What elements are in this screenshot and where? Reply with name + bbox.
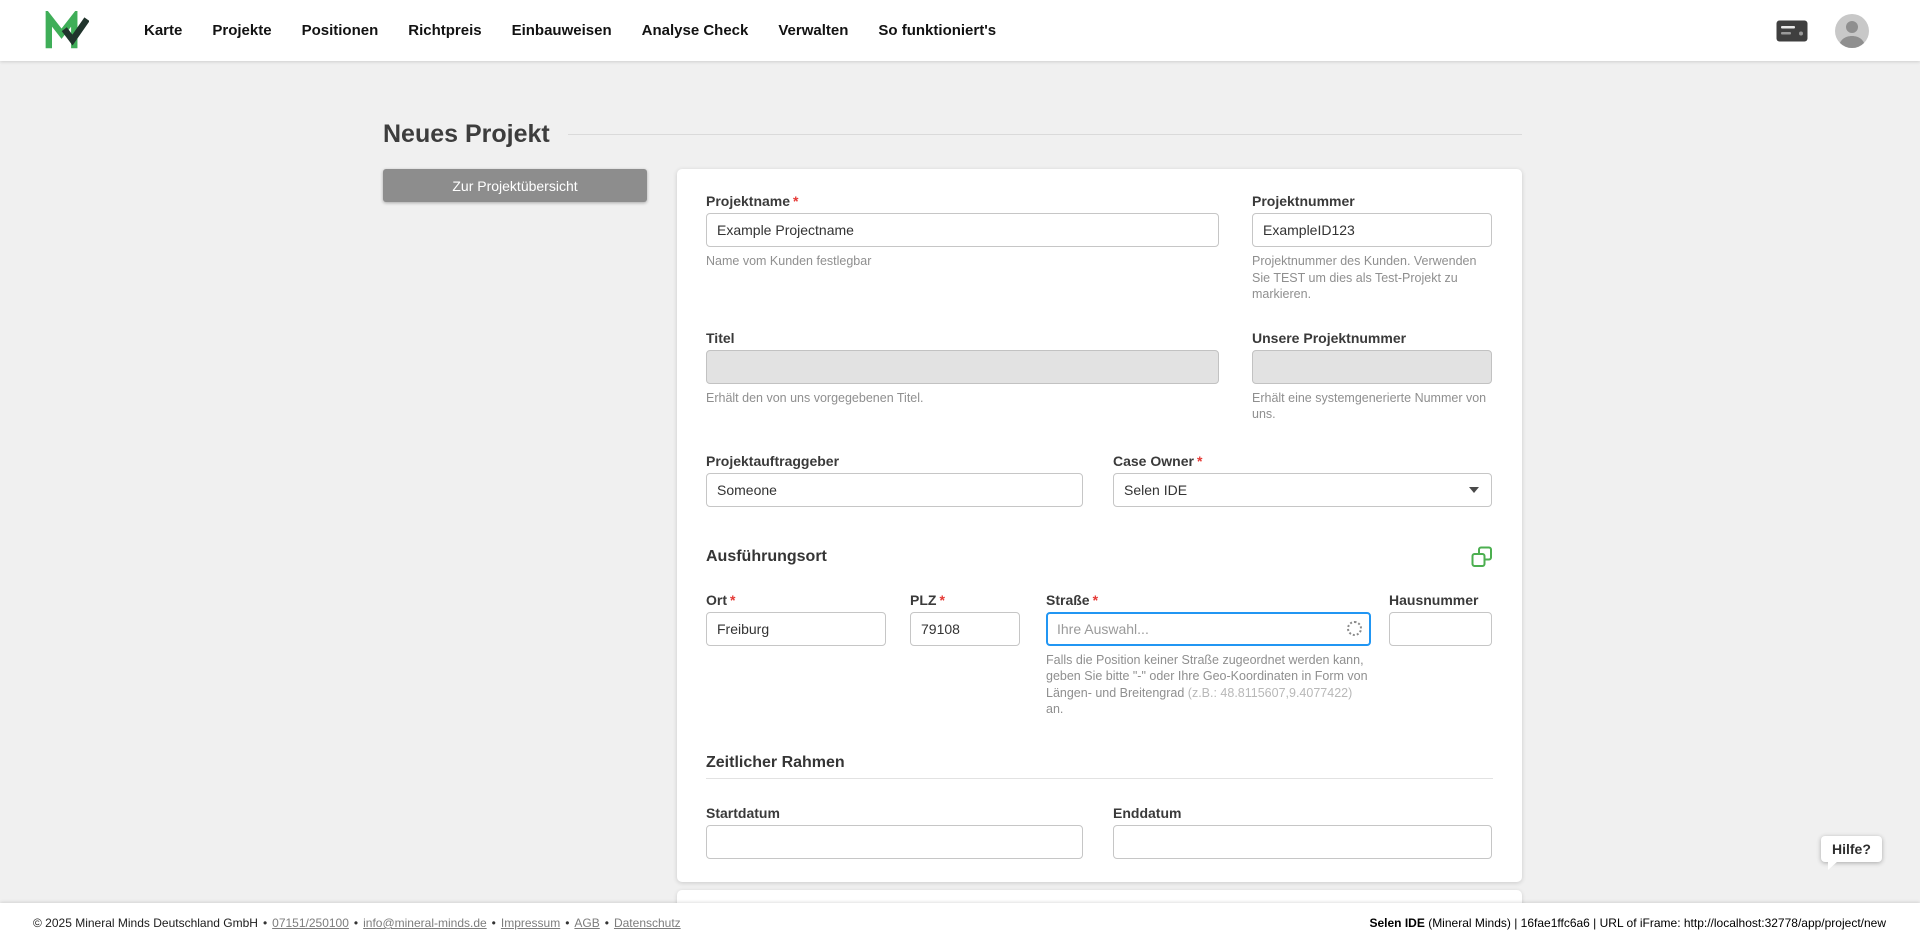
footer-link-impressum[interactable]: Impressum <box>501 916 560 930</box>
footer-status: Selen IDE (Mineral Minds) | 16fae1ffc6a6… <box>1370 916 1887 930</box>
form-row-dates: Startdatum Enddatum <box>706 805 1493 859</box>
titel-input <box>706 350 1219 384</box>
nav-item-einbauweisen[interactable]: Einbauweisen <box>512 22 612 39</box>
form-row-name-number: Projektname* Name vom Kunden festlegbar … <box>706 193 1493 303</box>
ort-input[interactable] <box>706 612 886 646</box>
footer-separator: • <box>492 916 496 930</box>
footer-status-user: Selen IDE <box>1370 916 1425 930</box>
footer-link-phone[interactable]: 07151/250100 <box>272 916 349 930</box>
required-marker: * <box>1197 453 1202 469</box>
projektnummer-input[interactable] <box>1252 213 1492 247</box>
projektname-label-text: Projektname <box>706 193 790 209</box>
footer: © 2025 Mineral Minds Deutschland GmbH • 07… <box>0 903 1920 943</box>
person-icon <box>1835 14 1869 48</box>
strasse-helper: Falls die Position keiner Straße zugeord… <box>1046 652 1371 718</box>
copy-icon[interactable] <box>1471 546 1493 568</box>
startdatum-label: Startdatum <box>706 805 1083 821</box>
footer-left: © 2025 Mineral Minds Deutschland GmbH • 07… <box>33 916 681 930</box>
footer-separator: • <box>263 916 267 930</box>
nav-item-richtpreis[interactable]: Richtpreis <box>408 22 481 39</box>
strasse-label-text: Straße <box>1046 592 1090 608</box>
plz-label: PLZ* <box>910 592 1020 608</box>
title-divider <box>568 134 1522 135</box>
footer-status-detail: (Mineral Minds) | 16fae1ffc6a6 | URL of … <box>1425 916 1886 930</box>
form-row-auftraggeber-owner: Projektauftraggeber Case Owner* Selen ID… <box>706 453 1493 507</box>
form-row-address: Ort* PLZ* Straße* Falls die Position kei… <box>706 592 1493 718</box>
footer-link-email[interactable]: info@mineral-minds.de <box>363 916 487 930</box>
required-marker: * <box>1093 592 1098 608</box>
brand-logo[interactable] <box>45 10 89 52</box>
footer-separator: • <box>354 916 358 930</box>
nav-item-analyse-check[interactable]: Analyse Check <box>642 22 749 39</box>
strasse-input[interactable] <box>1046 612 1371 646</box>
page-title: Neues Projekt <box>383 120 550 149</box>
strasse-helper-example: (z.B.: 48.8115607,9.4077422) <box>1188 686 1352 700</box>
user-avatar[interactable] <box>1835 14 1869 48</box>
navbar-right <box>1776 14 1869 48</box>
projektnummer-helper: Projektnummer des Kunden. Verwenden Sie … <box>1252 253 1492 303</box>
nav-item-karte[interactable]: Karte <box>144 22 182 39</box>
nav-item-verwalten[interactable]: Verwalten <box>778 22 848 39</box>
required-marker: * <box>939 592 944 608</box>
strasse-label: Straße* <box>1046 592 1371 608</box>
section-ausfuehrungsort-header: Ausführungsort <box>706 546 1493 568</box>
section-ausfuehrungsort-title: Ausführungsort <box>706 548 827 566</box>
footer-copyright: © 2025 Mineral Minds Deutschland GmbH <box>33 916 258 930</box>
enddatum-input[interactable] <box>1113 825 1492 859</box>
strasse-input-wrap <box>1046 612 1371 646</box>
projektauftraggeber-label: Projektauftraggeber <box>706 453 1083 469</box>
case-owner-select[interactable]: Selen IDE <box>1113 473 1492 507</box>
content-columns: Zur Projektübersicht Projektname* Name v… <box>383 169 1920 882</box>
main-nav: Karte Projekte Positionen Richtpreis Ein… <box>144 22 996 39</box>
footer-link-agb[interactable]: AGB <box>574 916 599 930</box>
unsere-projektnummer-helper: Erhält eine systemgenerierte Nummer von … <box>1252 390 1492 423</box>
case-owner-value: Selen IDE <box>1124 482 1187 498</box>
titel-label: Titel <box>706 330 1219 346</box>
footer-link-datenschutz[interactable]: Datenschutz <box>614 916 681 930</box>
help-button[interactable]: Hilfe? <box>1821 836 1882 862</box>
ort-label: Ort* <box>706 592 886 608</box>
section-zeitlicher-rahmen-header: Zeitlicher Rahmen <box>706 754 1493 779</box>
top-navbar: Karte Projekte Positionen Richtpreis Ein… <box>0 0 1920 61</box>
chevron-down-icon <box>1469 487 1479 493</box>
startdatum-input[interactable] <box>706 825 1083 859</box>
strasse-helper-suffix: an. <box>1046 702 1063 716</box>
brand-logo-icon <box>45 11 89 51</box>
required-marker: * <box>793 193 798 209</box>
case-owner-label-text: Case Owner <box>1113 453 1194 469</box>
unsere-projektnummer-label: Unsere Projektnummer <box>1252 330 1492 346</box>
footer-separator: • <box>605 916 609 930</box>
projektname-label: Projektname* <box>706 193 1219 209</box>
unsere-projektnummer-input <box>1252 350 1492 384</box>
hausnummer-input[interactable] <box>1389 612 1492 646</box>
nav-item-so-funktionierts[interactable]: So funktioniert's <box>878 22 996 39</box>
required-marker: * <box>730 592 735 608</box>
projektnummer-label: Projektnummer <box>1252 193 1492 209</box>
plz-label-text: PLZ <box>910 592 936 608</box>
page-header: Neues Projekt <box>383 120 1522 149</box>
projektname-helper: Name vom Kunden festlegbar <box>706 253 1219 270</box>
nav-item-projekte[interactable]: Projekte <box>212 22 271 39</box>
form-row-titel: Titel Erhält den von uns vorgegebenen Ti… <box>706 330 1493 423</box>
projektauftraggeber-input[interactable] <box>706 473 1083 507</box>
footer-separator: • <box>565 916 569 930</box>
left-column: Zur Projektübersicht <box>383 169 677 202</box>
section-divider <box>706 778 1493 779</box>
plz-input[interactable] <box>910 612 1020 646</box>
project-form-card: Projektname* Name vom Kunden festlegbar … <box>677 169 1522 882</box>
server-icon[interactable] <box>1776 20 1808 42</box>
hausnummer-label: Hausnummer <box>1389 592 1492 608</box>
loading-spinner-icon <box>1347 621 1362 636</box>
back-to-projects-button[interactable]: Zur Projektübersicht <box>383 169 647 202</box>
enddatum-label: Enddatum <box>1113 805 1492 821</box>
ort-label-text: Ort <box>706 592 727 608</box>
nav-item-positionen[interactable]: Positionen <box>302 22 379 39</box>
projektname-input[interactable] <box>706 213 1219 247</box>
case-owner-label: Case Owner* <box>1113 453 1492 469</box>
titel-helper: Erhält den von uns vorgegebenen Titel. <box>706 390 1219 407</box>
section-zeitlicher-rahmen-title: Zeitlicher Rahmen <box>706 754 1493 772</box>
